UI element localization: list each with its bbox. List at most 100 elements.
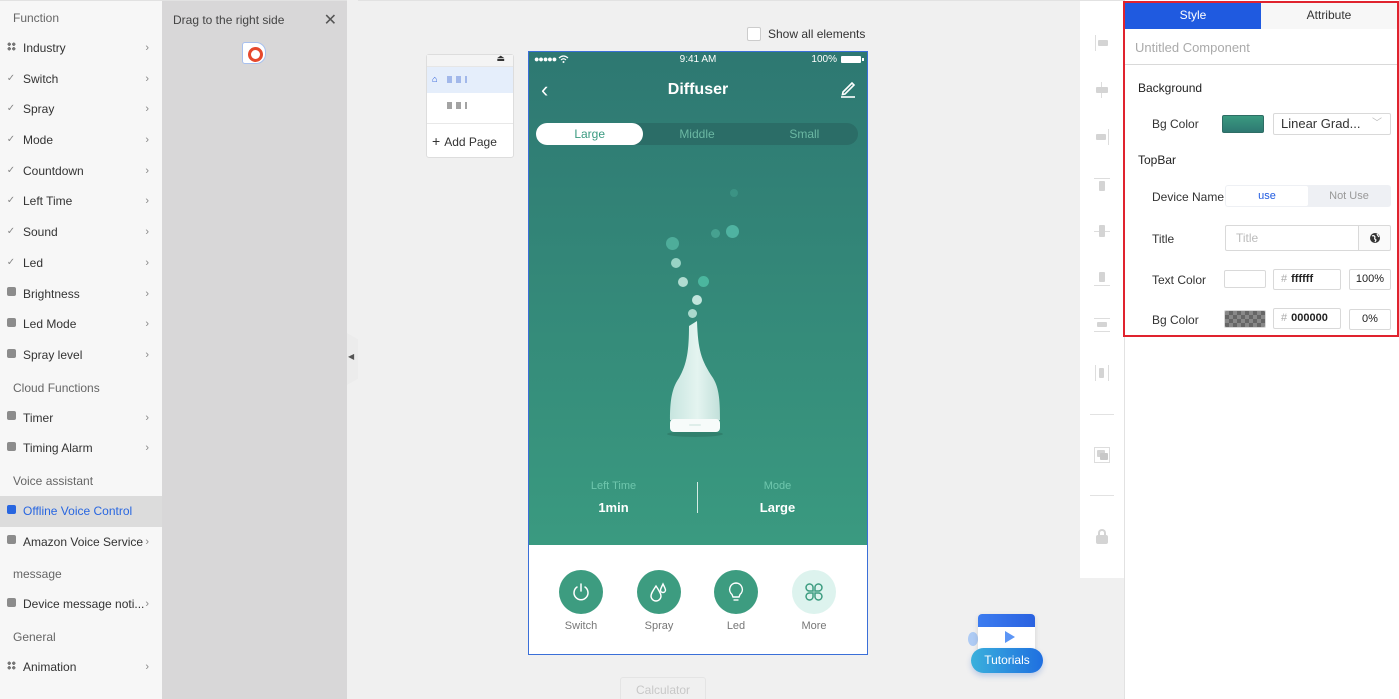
page-item-home[interactable]: ⌂ (427, 67, 513, 93)
sidebar-item-countdown[interactable]: ✓ Countdown › (0, 156, 162, 187)
sidebar-item-sound[interactable]: ✓ Sound › (0, 217, 162, 248)
show-all-elements-toggle[interactable]: Show all elements (747, 27, 865, 41)
mist-bubble (730, 189, 738, 197)
sidebar-item-industry[interactable]: Industry › (0, 33, 162, 64)
device-name-use-option[interactable]: use (1226, 186, 1308, 206)
led-button[interactable]: Led (706, 570, 766, 632)
stat-label: Left Time (590, 480, 637, 492)
sidebar-item-led-mode[interactable]: Led Mode › (0, 309, 162, 340)
tutorials-button[interactable]: Tutorials (968, 612, 1044, 676)
layer-order-icon[interactable] (1094, 447, 1110, 463)
sidebar-item-spray-level[interactable]: Spray level › (0, 340, 162, 371)
close-icon[interactable]: ✕ (324, 10, 337, 30)
grid-icon (5, 652, 17, 682)
sidebar-item-label: Animation (23, 660, 77, 674)
sidebar-item-brightness[interactable]: Brightness › (0, 279, 162, 310)
sidebar-item-mode[interactable]: ✓ Mode › (0, 125, 162, 156)
tab-style[interactable]: Style (1125, 3, 1261, 29)
align-right-icon[interactable] (1094, 129, 1110, 145)
sidebar-item-label: Device message noti... (23, 597, 145, 612)
background-section-title: Background (1138, 81, 1203, 95)
mist-bubble (726, 225, 739, 238)
mist-bubble (671, 258, 681, 268)
distribute-vertical-icon[interactable] (1094, 317, 1110, 333)
sidebar-item-animation[interactable]: Animation › (0, 652, 162, 683)
add-page-label: Add Page (444, 135, 497, 149)
sidebar-item-led[interactable]: ✓ Led › (0, 248, 162, 279)
sidebar-item-label: Sound (23, 225, 58, 240)
sidebar-item-label: Led Mode (23, 317, 77, 332)
sidebar-item-timing-alarm[interactable]: Timing Alarm › (0, 433, 162, 464)
plus-icon: + (432, 133, 441, 149)
align-top-icon[interactable] (1094, 177, 1110, 193)
sidebar-item-amazon-voice-service[interactable]: Amazon Voice Service › (0, 527, 162, 558)
action-label: Spray (644, 620, 674, 632)
device-name-not-use-option[interactable]: Not Use (1308, 186, 1390, 206)
chevron-right-icon: › (145, 256, 149, 269)
diffuser-header-panel[interactable]: ●●●●● 9:41 AM 100% ‹ Diffuser Large Midd… (529, 52, 867, 545)
lock-icon[interactable] (1094, 528, 1110, 544)
cube-icon (5, 309, 17, 339)
chevron-right-icon: › (145, 42, 149, 54)
sidebar-item-label: Mode (23, 133, 54, 148)
tab-attribute[interactable]: Attribute (1261, 3, 1397, 29)
align-left-icon[interactable] (1094, 35, 1110, 51)
phone-preview[interactable]: ●●●●● 9:41 AM 100% ‹ Diffuser Large Midd… (528, 51, 868, 655)
add-page-button[interactable]: + Add Page (427, 124, 513, 158)
sidebar-item-left-time[interactable]: ✓ Left Time › (0, 186, 162, 217)
text-color-swatch[interactable] (1224, 270, 1266, 288)
chevron-down-icon: ﹀ (1372, 118, 1382, 129)
topbar-bg-color-swatch[interactable] (1224, 310, 1266, 328)
distribute-horizontal-icon[interactable] (1094, 365, 1110, 381)
action-bar: Switch Spray Led More (529, 570, 867, 640)
spray-button[interactable]: Spray (629, 570, 689, 632)
diffuser-vase-illustration (667, 321, 723, 437)
draggable-component-icon[interactable] (242, 42, 266, 64)
sidebar-section-title: message (13, 567, 62, 582)
topbar-bg-color-opacity-input[interactable]: 0% (1349, 309, 1391, 330)
fill-type-select[interactable]: Linear Grad... ﹀ (1273, 113, 1391, 135)
stat-label: Mode (763, 480, 792, 492)
drag-panel-title: Drag to the right side (173, 13, 285, 27)
title-input[interactable] (1225, 225, 1359, 251)
align-bottom-icon[interactable] (1094, 270, 1110, 286)
stat-value: 1min (598, 500, 629, 515)
calculator-button[interactable]: Calculator (620, 677, 706, 699)
battery-indicator: 100% (811, 54, 864, 65)
sidebar-item-timer[interactable]: Timer › (0, 403, 162, 434)
canvas-area: Show all elements ⏏ ⌂ + Add Page ●●●●● 9:… (347, 0, 1080, 699)
segment-small[interactable]: Small (751, 123, 858, 145)
properties-panel: Style Attribute Untitled Component Backg… (1123, 0, 1399, 699)
status-bar: ●●●●● 9:41 AM 100% (529, 54, 867, 68)
page-name-redacted (447, 102, 467, 109)
sidebar-item-offline-voice-control[interactable]: Offline Voice Control (0, 495, 162, 527)
align-center-vertical-icon[interactable] (1094, 223, 1110, 239)
sidebar-item-device-message-noti[interactable]: Device message noti... › (0, 589, 162, 620)
more-button[interactable]: More (784, 570, 844, 632)
mist-bubble (666, 237, 679, 250)
grid-icon (5, 33, 17, 63)
page-item[interactable] (427, 93, 513, 119)
sidebar-item-switch[interactable]: ✓ Switch › (0, 64, 162, 95)
sidebar-item-spray[interactable]: ✓ Spray › (0, 94, 162, 125)
segment-middle[interactable]: Middle (643, 123, 750, 145)
cube-icon (5, 433, 17, 463)
component-name-input[interactable]: Untitled Component (1135, 40, 1250, 55)
device-title: Diffuser (667, 81, 729, 98)
battery-icon (841, 56, 864, 63)
language-globe-button[interactable] (1358, 225, 1391, 251)
segment-large[interactable]: Large (536, 123, 644, 145)
chevron-right-icon: › (145, 661, 149, 673)
text-color-hex-input[interactable]: # ffffff (1273, 269, 1341, 290)
edit-pencil-icon[interactable] (839, 80, 857, 98)
topbar-bg-color-hex-input[interactable]: #000000 (1273, 308, 1341, 329)
show-all-checkbox[interactable] (747, 27, 761, 41)
power-icon (573, 583, 589, 601)
switch-button[interactable]: Switch (551, 570, 611, 632)
text-color-opacity-input[interactable]: 100% (1349, 269, 1391, 290)
play-icon (1005, 631, 1015, 643)
bg-color-swatch[interactable] (1222, 115, 1264, 133)
collapse-up-icon[interactable]: ⏏ (496, 53, 505, 64)
topbar-bg-color-label: Bg Color (1152, 313, 1199, 327)
align-center-horizontal-icon[interactable] (1094, 82, 1110, 98)
